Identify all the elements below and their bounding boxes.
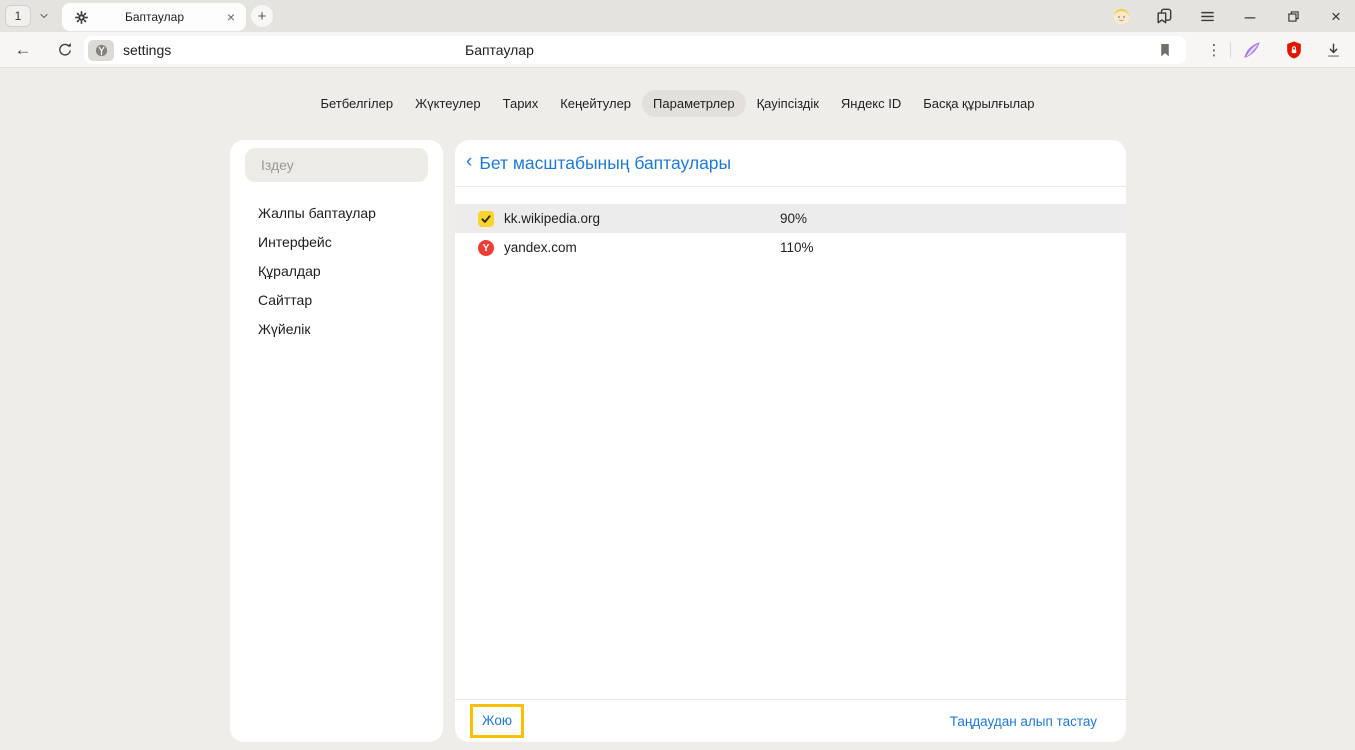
- deselect-link[interactable]: Таңдаудан алып тастау: [950, 714, 1097, 729]
- yandex-site-badge-icon: [88, 40, 114, 61]
- sidebar-item-interface[interactable]: Интерфейс: [230, 227, 443, 256]
- site-name: kk.wikipedia.org: [504, 211, 600, 226]
- close-icon: ×: [1331, 8, 1341, 25]
- downloads-icon[interactable]: [1322, 39, 1344, 61]
- tab-close-button[interactable]: ×: [220, 6, 242, 28]
- yandex-favicon[interactable]: Y: [478, 240, 494, 256]
- back-chevron-icon[interactable]: ‹: [466, 151, 472, 173]
- content-header: ‹ Бет масштабының баптаулары: [455, 140, 1126, 187]
- new-tab-button[interactable]: +: [251, 5, 273, 27]
- window-close-button[interactable]: ×: [1325, 5, 1347, 27]
- settings-content: ‹ Бет масштабының баптаулары kk.wikipedi…: [455, 140, 1126, 742]
- nav-tab-downloads[interactable]: Жүктеулер: [404, 90, 492, 117]
- sidebar-section-list: Жалпы баптаулар Интерфейс Құралдар Сайтт…: [230, 198, 443, 343]
- site-name: yandex.com: [504, 240, 577, 255]
- omnibox-page-title: Баптаулар: [465, 36, 534, 64]
- zoom-settings-list: kk.wikipedia.org 90% Y yandex.com 110%: [455, 204, 1126, 262]
- nav-tab-settings[interactable]: Параметрлер: [642, 90, 746, 117]
- tab-list-dropdown-button[interactable]: [33, 5, 55, 27]
- sidebar-item-tools[interactable]: Құралдар: [230, 256, 443, 285]
- omnibox[interactable]: settings Баптаулар: [84, 36, 1186, 64]
- browser-window: 1: [0, 0, 1355, 750]
- protect-shield-icon[interactable]: [1283, 39, 1305, 61]
- omnibox-more-button[interactable]: ⋮: [1203, 39, 1225, 61]
- site-zoom-value: 90%: [780, 211, 807, 226]
- addressbar-divider: [1230, 42, 1231, 58]
- delete-button[interactable]: Жою: [482, 713, 512, 728]
- browser-tab-settings[interactable]: Баптаулар ×: [62, 3, 246, 31]
- profile-avatar[interactable]: [1110, 5, 1132, 27]
- nav-tab-history[interactable]: Тарих: [492, 90, 550, 117]
- site-zoom-value: 110%: [780, 240, 814, 255]
- tab-counter-button[interactable]: 1: [5, 5, 31, 27]
- url-text: settings: [123, 42, 171, 58]
- reload-button[interactable]: [54, 39, 76, 61]
- sidebar-item-system[interactable]: Жүйелік: [230, 314, 443, 343]
- bookmark-flag-icon[interactable]: [1156, 41, 1174, 59]
- address-bar: ← settings Баптаулар: [0, 32, 1355, 68]
- gear-icon: [74, 10, 89, 25]
- settings-nav: Бетбелгілер Жүктеулер Тарих Кеңейтулер П…: [0, 90, 1355, 117]
- yandex-feather-icon[interactable]: [1241, 39, 1263, 61]
- tab-counter-value: 1: [15, 9, 22, 23]
- sidebar-item-sites[interactable]: Сайттар: [230, 285, 443, 314]
- action-highlight-box: Жою: [470, 704, 524, 738]
- chevron-down-icon: [38, 10, 50, 22]
- sidebar-search[interactable]: [245, 148, 428, 182]
- tabs-panel-icon[interactable]: [1153, 5, 1175, 27]
- reload-icon: [56, 41, 74, 59]
- nav-tab-bookmarks[interactable]: Бетбелгілер: [309, 90, 404, 117]
- nav-tab-extensions[interactable]: Кеңейтулер: [549, 90, 642, 117]
- tab-bar: 1: [0, 0, 1355, 32]
- zoom-row-yandex[interactable]: Y yandex.com 110%: [455, 233, 1126, 262]
- settings-body: Жалпы баптаулар Интерфейс Құралдар Сайтт…: [230, 140, 1126, 742]
- menu-icon[interactable]: [1196, 5, 1218, 27]
- tab-title: Баптаулар: [89, 10, 220, 24]
- window-restore-button[interactable]: [1282, 5, 1304, 27]
- back-button[interactable]: ←: [12, 39, 34, 61]
- zoom-row-wikipedia[interactable]: kk.wikipedia.org 90%: [455, 204, 1126, 233]
- window-minimize-button[interactable]: [1239, 5, 1261, 27]
- page-title[interactable]: Бет масштабының баптаулары: [479, 153, 731, 174]
- checkbox-checked-icon[interactable]: [478, 211, 494, 227]
- search-input[interactable]: [245, 157, 428, 173]
- tabbar-right-controls: ×: [1110, 5, 1347, 27]
- nav-tab-yandex-id[interactable]: Яндекс ID: [830, 90, 912, 117]
- settings-sidebar: Жалпы баптаулар Интерфейс Құралдар Сайтт…: [230, 140, 443, 742]
- sidebar-item-general[interactable]: Жалпы баптаулар: [230, 198, 443, 227]
- content-footer: Жою Таңдаудан алып тастау: [455, 699, 1126, 742]
- nav-tab-security[interactable]: Қауіпсіздік: [746, 90, 830, 117]
- nav-tab-other-devices[interactable]: Басқа құрылғылар: [912, 90, 1045, 117]
